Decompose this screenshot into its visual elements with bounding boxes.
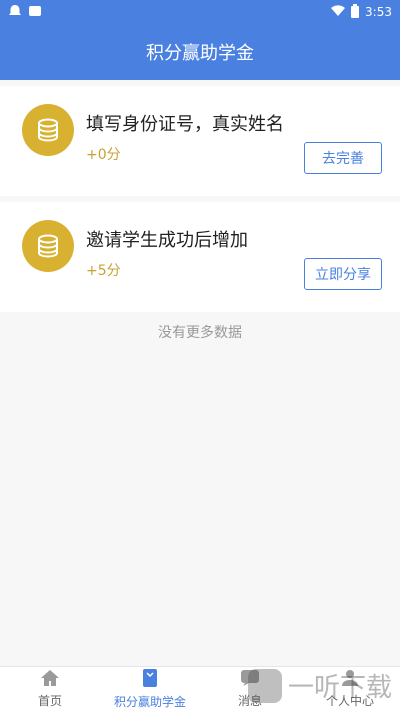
scholarship-icon	[141, 668, 159, 691]
app-icon	[28, 4, 42, 21]
watermark-text: 一听下载	[287, 673, 392, 703]
status-right: 3:53	[331, 3, 392, 21]
tab-scholarship[interactable]: 积分赢助学金	[100, 667, 200, 710]
watermark: 一听下载	[247, 667, 392, 704]
page-title: 积分赢助学金	[146, 43, 254, 64]
coins-icon	[22, 220, 74, 272]
page-header: 积分赢助学金	[0, 24, 400, 80]
complete-button[interactable]: 去完善	[304, 142, 382, 174]
tab-home[interactable]: 首页	[0, 667, 100, 710]
tab-label: 积分赢助学金	[113, 694, 186, 709]
task-title: 填写身份证号，真实姓名	[86, 114, 284, 135]
no-more-data: 没有更多数据	[158, 325, 242, 341]
notification-icon	[8, 4, 22, 21]
coins-icon	[22, 104, 74, 156]
status-left	[8, 4, 42, 21]
status-time: 3:53	[365, 5, 392, 19]
battery-icon	[351, 3, 360, 21]
task-title: 邀请学生成功后增加	[86, 230, 248, 251]
task-card: 填写身份证号，真实姓名 +0分 去完善	[0, 86, 400, 196]
task-points: +0分	[86, 147, 121, 163]
wifi-icon	[331, 4, 346, 20]
status-bar: 3:53	[0, 0, 400, 24]
task-card: 邀请学生成功后增加 +5分 立即分享	[0, 202, 400, 312]
tab-label: 首页	[37, 693, 62, 708]
home-icon	[40, 669, 60, 690]
watermark-logo-icon	[247, 668, 282, 703]
task-points: +5分	[86, 263, 121, 279]
share-button[interactable]: 立即分享	[304, 258, 382, 290]
